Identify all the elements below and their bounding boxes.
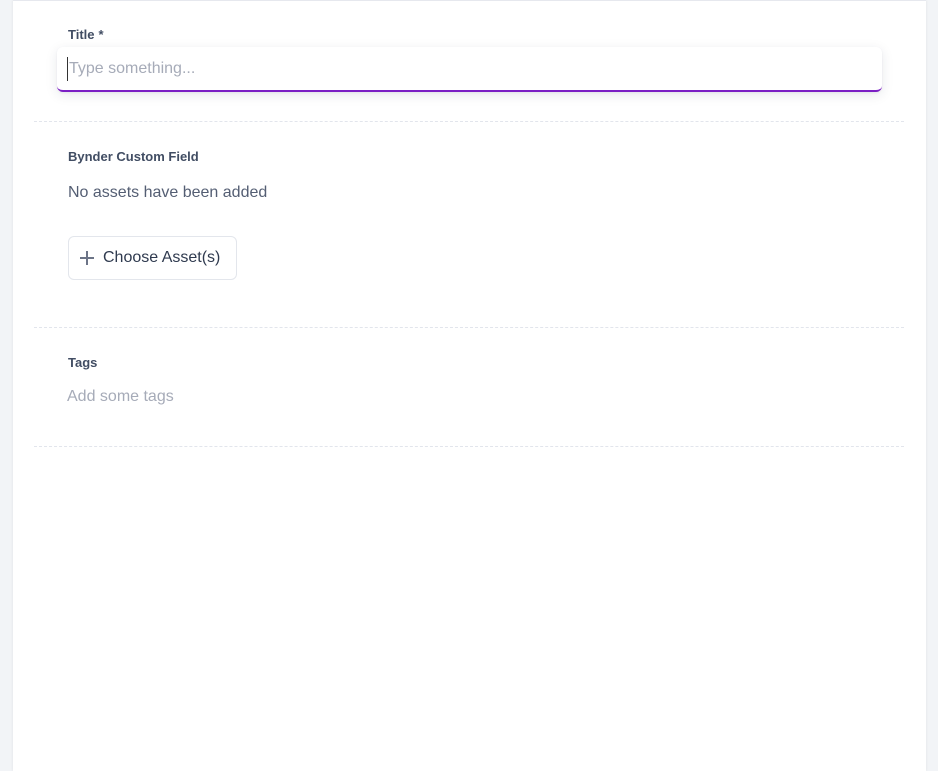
section-divider xyxy=(34,327,904,328)
section-divider xyxy=(34,446,904,447)
title-input-container[interactable] xyxy=(57,47,882,92)
choose-assets-label: Choose Asset(s) xyxy=(103,249,221,266)
panel-top-border xyxy=(13,0,926,1)
tags-input[interactable] xyxy=(67,386,467,408)
section-divider xyxy=(34,121,904,122)
required-marker: * xyxy=(98,27,104,42)
title-label-text: Title xyxy=(68,27,95,42)
form-panel: Title* Bynder Custom Field No assets hav… xyxy=(13,0,926,771)
no-assets-message: No assets have been added xyxy=(68,184,268,201)
bynder-field-label: Bynder Custom Field xyxy=(68,149,199,164)
tags-field-label: Tags xyxy=(68,355,98,370)
plus-icon xyxy=(80,251,94,265)
title-input[interactable] xyxy=(67,57,867,81)
choose-assets-button[interactable]: Choose Asset(s) xyxy=(68,236,237,280)
title-field-label: Title * xyxy=(68,27,104,42)
